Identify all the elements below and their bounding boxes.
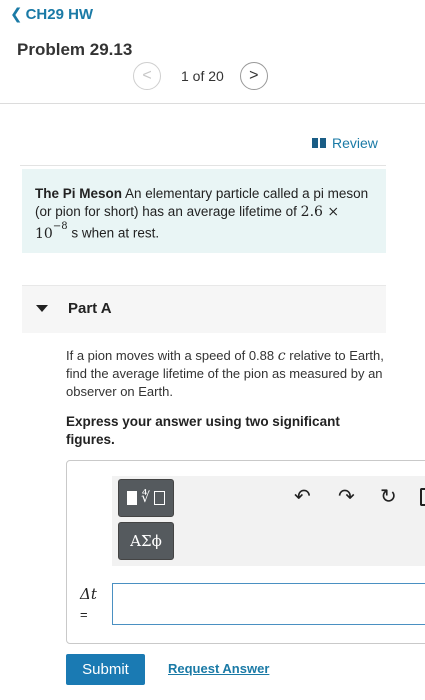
- greek-symbols-button[interactable]: ΑΣϕ: [118, 522, 174, 560]
- redo-icon[interactable]: ↷: [338, 485, 355, 509]
- statement-tail: s when at rest.: [71, 225, 160, 241]
- page-counter: 1 of 20: [181, 68, 224, 84]
- caret-down-icon[interactable]: [36, 305, 48, 312]
- variable-label: Δt: [80, 585, 97, 603]
- back-link-label: CH29 HW: [25, 5, 94, 23]
- back-link[interactable]: ❮ CH29 HW: [10, 5, 94, 24]
- equals-label: =: [80, 607, 88, 622]
- header-divider: [0, 103, 425, 104]
- review-link[interactable]: Review: [312, 135, 378, 151]
- review-divider: [20, 165, 386, 166]
- problem-statement: The Pi Meson An elementary particle call…: [22, 169, 386, 253]
- book-icon: [312, 138, 326, 148]
- review-label: Review: [332, 135, 378, 151]
- chevron-left-icon: ❮: [10, 6, 23, 23]
- question-before: If a pion moves with a speed of 0.88: [66, 348, 275, 363]
- keyboard-icon[interactable]: [420, 488, 425, 506]
- chevron-left-icon: <: [142, 67, 152, 84]
- speed-of-light-symbol: c: [277, 348, 286, 364]
- answer-input[interactable]: [112, 583, 425, 625]
- request-answer-link[interactable]: Request Answer: [168, 661, 269, 676]
- reset-icon[interactable]: ↻: [380, 485, 397, 509]
- next-button[interactable]: >: [239, 62, 268, 90]
- template-box-icon: [127, 491, 138, 505]
- statement-lead: The Pi Meson: [35, 186, 123, 201]
- page-title: Problem 29.13: [17, 40, 133, 59]
- submit-button[interactable]: Submit: [66, 654, 145, 685]
- template-box-icon: [153, 491, 165, 505]
- prev-button[interactable]: <: [133, 62, 161, 90]
- answer-instruction: Express your answer using two significan…: [66, 414, 340, 447]
- pager: < 1 of 20 >: [133, 62, 268, 90]
- undo-icon[interactable]: ↶: [294, 485, 311, 509]
- question-text: If a pion moves with a speed of 0.88 c r…: [66, 347, 386, 401]
- lifetime-exponent: −8: [52, 221, 68, 232]
- templates-button[interactable]: ∜: [118, 479, 174, 517]
- chevron-right-icon: >: [249, 67, 259, 84]
- part-a-title: Part A: [68, 300, 112, 317]
- root-icon: ∜: [141, 490, 150, 506]
